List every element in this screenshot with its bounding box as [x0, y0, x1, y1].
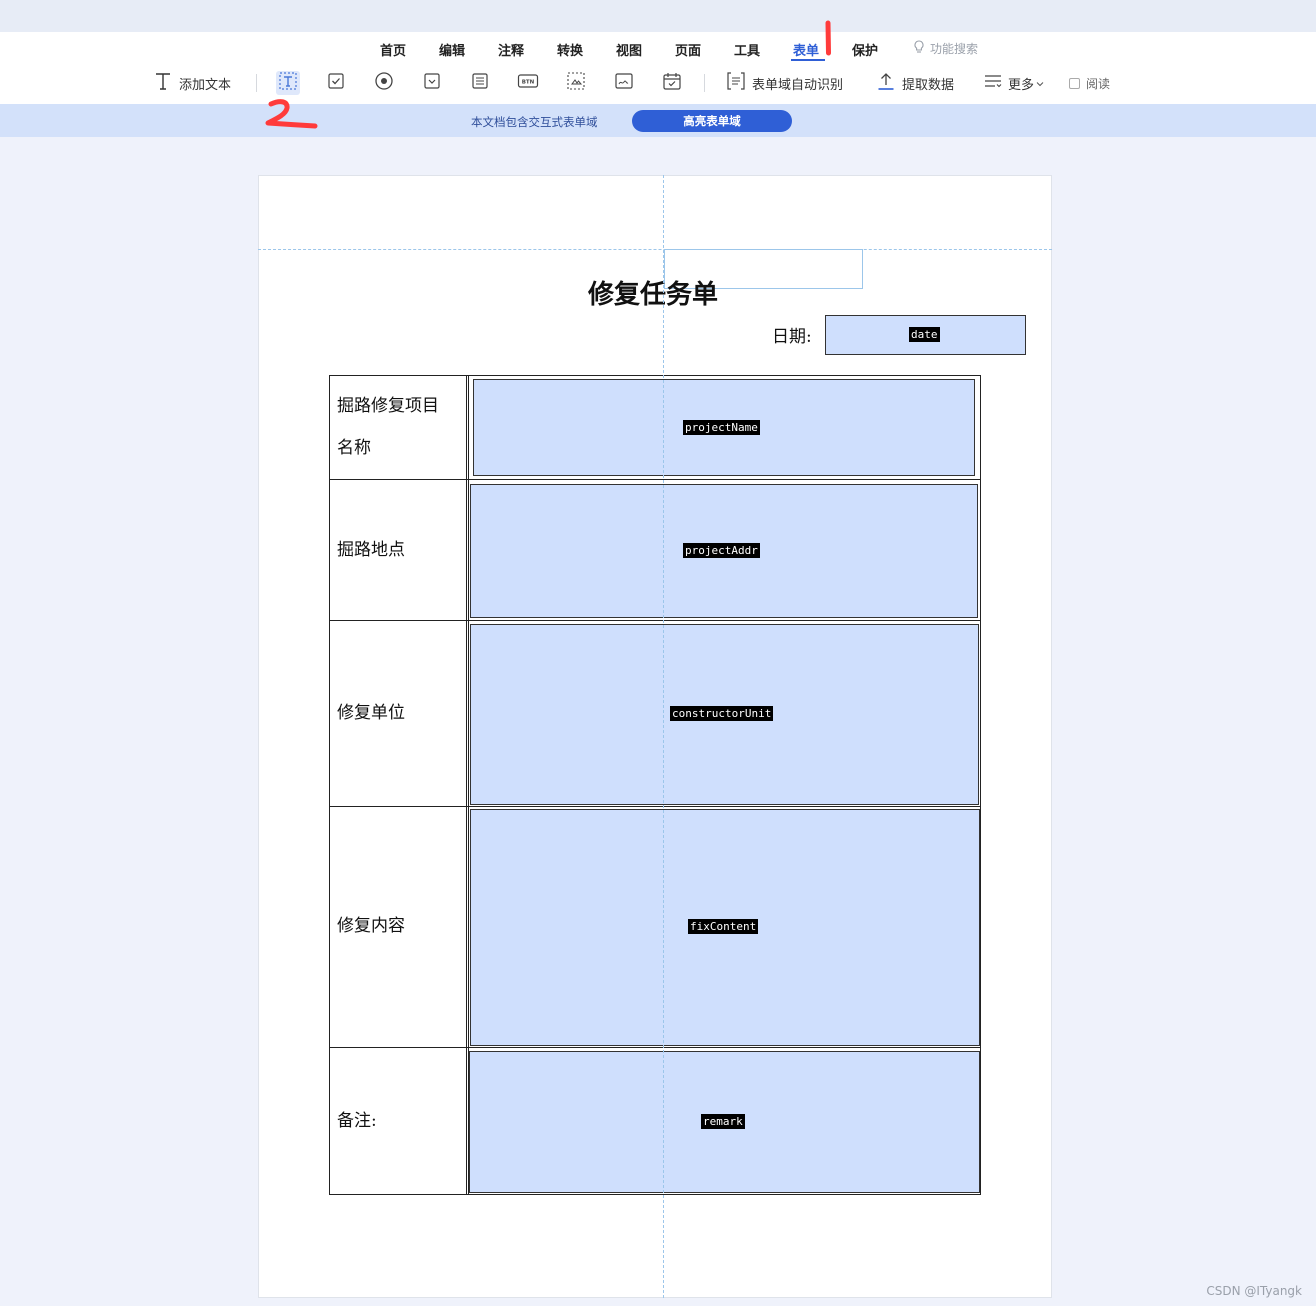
field-name-tag: projectAddr — [683, 543, 760, 558]
annotation-mark-2 — [265, 99, 318, 129]
checkbox-tool-button[interactable] — [324, 71, 348, 95]
read-mode-label: 阅读 — [1086, 76, 1111, 91]
watermark: CSDN @ITyangk — [1206, 1284, 1302, 1298]
tab-form[interactable]: 表单 — [793, 40, 819, 59]
active-tab-underline — [791, 59, 825, 61]
tab-convert[interactable]: 转换 — [557, 40, 583, 59]
dropdown-tool-button[interactable] — [420, 71, 444, 95]
row-label-project-address: 掘路地点 — [337, 529, 405, 571]
text-field-icon — [278, 71, 298, 95]
list-box-icon — [471, 72, 489, 94]
button-tool-button[interactable]: BTN — [516, 71, 540, 95]
field-name-tag: fixContent — [688, 919, 759, 934]
row-label-line: 修复单位 — [337, 703, 405, 723]
row-label-constructor-unit: 修复单位 — [337, 692, 405, 734]
svg-text:BTN: BTN — [522, 80, 535, 86]
toolbar-divider — [704, 74, 705, 92]
feature-search[interactable]: 功能搜索 — [912, 40, 978, 57]
constructor-unit-field[interactable]: constructorUnit — [470, 624, 979, 805]
tab-view[interactable]: 视图 — [616, 40, 642, 59]
more-list-icon — [984, 73, 1002, 93]
document-title: 修复任务单 — [588, 280, 719, 310]
date-form-field[interactable]: date — [825, 315, 1026, 355]
image-field-icon — [566, 71, 586, 95]
upload-icon — [877, 71, 895, 95]
auto-detect-icon — [726, 71, 746, 95]
lightbulb-icon — [912, 40, 926, 56]
extract-data-button[interactable]: 提取数据 — [877, 68, 954, 98]
list-box-tool-button[interactable] — [468, 71, 492, 95]
table-row-divider — [329, 1047, 981, 1048]
table-row-divider — [329, 806, 981, 807]
tab-page[interactable]: 页面 — [675, 40, 701, 59]
add-text-label: 添加文本 — [179, 77, 232, 93]
more-label: 更多 — [1008, 77, 1035, 93]
signature-icon — [614, 72, 634, 94]
form-notice-message: 本文档包含交互式表单域 — [471, 115, 598, 129]
row-label-fix-content: 修复内容 — [337, 905, 405, 947]
field-name-tag: projectName — [683, 420, 760, 435]
field-name-tag: constructorUnit — [670, 706, 774, 721]
toolbar-divider — [256, 74, 257, 92]
row-label-line: 名称 — [337, 438, 371, 458]
field-name-tag: remark — [701, 1114, 745, 1129]
more-menu-button[interactable]: 更多 — [984, 68, 1044, 98]
highlight-fields-button[interactable]: 高亮表单域 — [632, 110, 792, 132]
read-mode-toggle[interactable]: 阅读 — [1069, 68, 1110, 98]
menu-tabs: 首页 编辑 注释 转换 视图 页面 工具 表单 保护 功能搜索 — [0, 32, 1316, 64]
tab-edit[interactable]: 编辑 — [439, 40, 465, 59]
radio-tool-button[interactable] — [372, 71, 396, 95]
table-row-divider — [329, 479, 981, 480]
vertical-guide-line — [663, 175, 664, 1298]
row-label-project-name: 掘路修复项目 名称 — [337, 385, 439, 469]
field-name-tag: date — [909, 327, 940, 342]
dropdown-icon — [423, 72, 441, 94]
feature-search-label: 功能搜索 — [930, 42, 979, 56]
horizontal-guide-line — [258, 249, 1052, 250]
form-notice-bar: 本文档包含交互式表单域 高亮表单域 — [0, 104, 1316, 137]
image-field-tool-button[interactable] — [564, 71, 588, 95]
read-mode-checkbox[interactable] — [1069, 77, 1080, 89]
push-button-icon: BTN — [517, 72, 539, 94]
date-label: 日期: — [772, 327, 812, 347]
fix-content-field[interactable]: fixContent — [470, 809, 980, 1046]
text-field-tool-button[interactable] — [276, 71, 300, 95]
row-label-line: 掘路修复项目 — [337, 396, 439, 416]
tab-protect[interactable]: 保护 — [852, 40, 878, 59]
tab-annotate[interactable]: 注释 — [498, 40, 524, 59]
extract-data-label: 提取数据 — [902, 77, 955, 93]
form-toolbar: 添加文本 BTN 表单域自动识别 提取数据 更多 阅读 — [0, 68, 1316, 98]
calendar-icon — [662, 71, 682, 95]
annotation-mark-1 — [825, 20, 831, 56]
date-field-tool-button[interactable] — [660, 71, 684, 95]
add-text-button[interactable]: 添加文本 — [155, 68, 231, 98]
ribbon: 首页 编辑 注释 转换 视图 页面 工具 表单 保护 功能搜索 添加文本 BTN… — [0, 32, 1316, 104]
row-label-line: 掘路地点 — [337, 540, 405, 560]
radio-icon — [374, 71, 394, 95]
signature-tool-button[interactable] — [612, 71, 636, 95]
auto-detect-fields-button[interactable]: 表单域自动识别 — [726, 68, 843, 98]
project-address-field[interactable]: projectAddr — [470, 484, 978, 618]
tab-home[interactable]: 首页 — [380, 40, 406, 59]
row-label-line: 修复内容 — [337, 916, 405, 936]
window-top-strip — [0, 0, 1316, 32]
auto-detect-label: 表单域自动识别 — [752, 77, 844, 93]
remark-field[interactable]: remark — [469, 1051, 980, 1193]
text-tool-icon — [155, 72, 171, 94]
project-name-field[interactable]: projectName — [473, 379, 975, 476]
tab-tools[interactable]: 工具 — [734, 40, 760, 59]
table-row-divider — [329, 620, 981, 621]
row-label-line: 备注: — [337, 1111, 377, 1131]
chevron-down-icon — [1036, 76, 1044, 91]
row-label-remark: 备注: — [337, 1100, 377, 1142]
checkbox-icon — [327, 72, 345, 94]
